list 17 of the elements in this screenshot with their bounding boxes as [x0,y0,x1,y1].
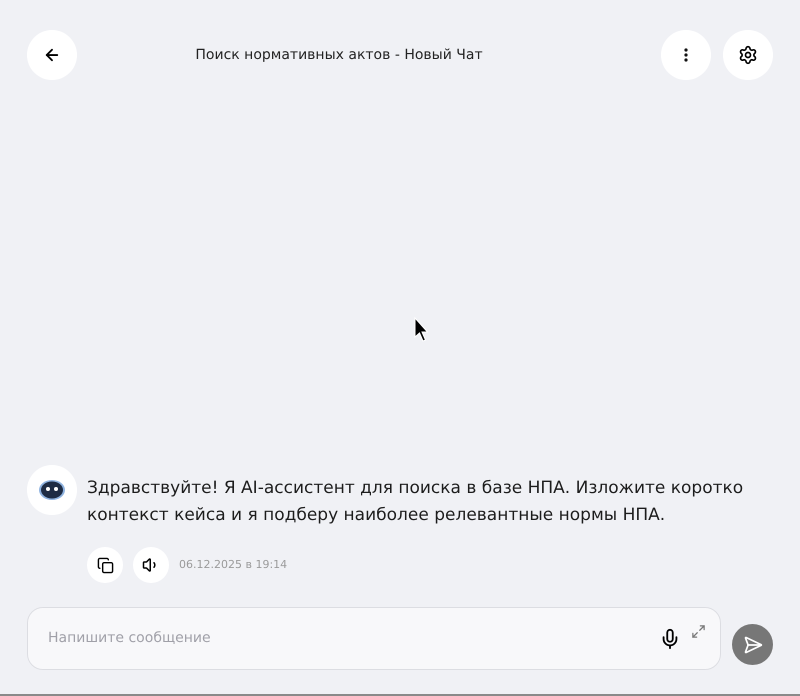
copy-icon [96,556,114,574]
message-input[interactable]: Напишите сообщение [48,628,659,649]
send-button[interactable] [732,624,773,665]
message-time: 06.12.2025 в 19:14 [179,556,288,573]
copy-button[interactable] [87,547,123,583]
assistant-message: Здравствуйте! Я AI-ассистент для поиска в базе НПА. Изложите коротко контекст кейса и я подберу наиболее релевантные нормы НПА. [87,477,744,527]
more-icon [684,48,688,62]
speaker-button[interactable] [133,547,169,583]
send-icon [742,634,762,654]
mouse-cursor-icon [414,317,428,343]
settings-button[interactable] [723,30,773,80]
message-field[interactable]: Напишите сообщение [27,607,721,670]
chat-title: Поиск нормативных актов - Новый Чат [195,46,483,64]
settings-icon [738,45,758,65]
robot-icon [38,479,66,501]
back-button[interactable] [27,30,77,80]
expand-icon[interactable] [691,624,706,639]
